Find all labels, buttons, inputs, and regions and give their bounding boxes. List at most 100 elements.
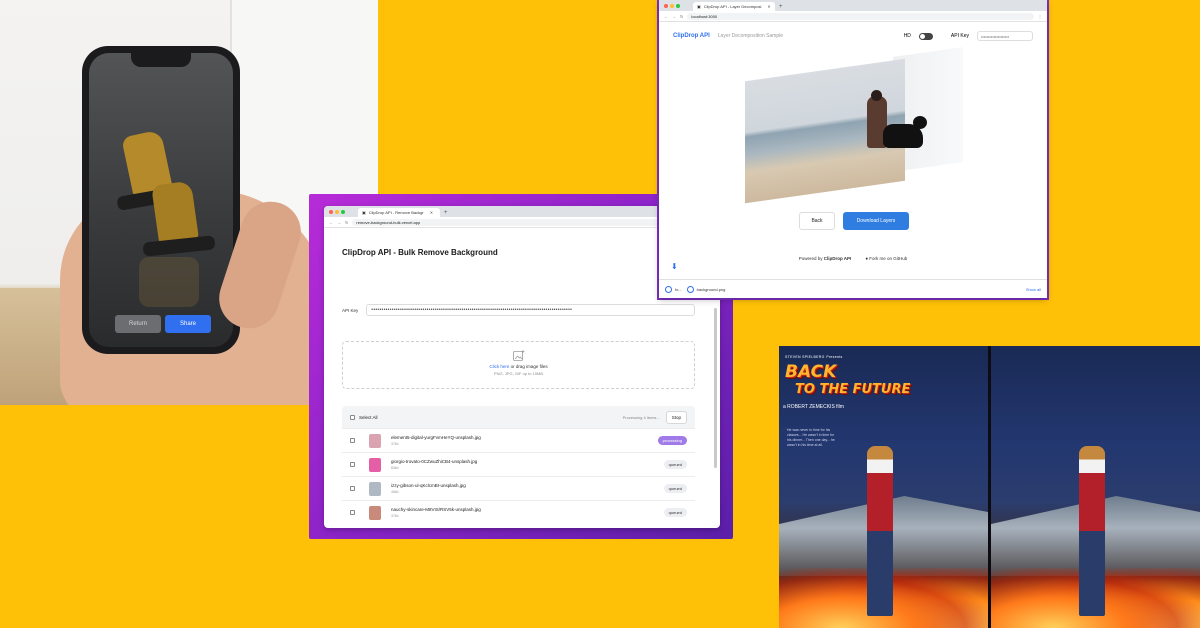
github-link[interactable]: ● Fork me on GitHub [865, 256, 907, 261]
file-rows: element5-digital-yurgFvmHeYQ-unsplash.jp… [342, 428, 695, 524]
download-layers-button[interactable]: Download Layers [843, 212, 909, 230]
tab-favicon-icon: ▣ [362, 210, 366, 215]
person-head [871, 90, 882, 101]
github-label: Fork me on GitHub [869, 256, 908, 261]
page-footer: Powered by ClipDrop API ● Fork me on Git… [659, 256, 1047, 261]
file-row[interactable]: giorgio-trovato-0CZwuZhiCB4-unsplash.jpg… [342, 452, 695, 476]
file-checkbox[interactable] [350, 462, 355, 467]
dropzone-hint: PNG, JPG, GIF up to 10MB [493, 371, 544, 376]
smartphone: Return Share [82, 46, 240, 354]
extensions-icon[interactable]: ⋮ [1038, 14, 1042, 19]
back-button[interactable]: Back [799, 212, 835, 230]
show-all-link[interactable]: Show all [1026, 287, 1041, 292]
close-window-dot[interactable] [329, 209, 333, 214]
minimize-window-dot[interactable] [670, 3, 674, 8]
layer-decomposition-window: ▣ ClipDrop API - Layer Decomposi ✕ + ← →… [659, 0, 1047, 298]
download-filename: background.png [696, 286, 726, 292]
close-window-dot[interactable] [664, 3, 668, 8]
download-item[interactable]: fo... [665, 285, 682, 293]
api-key-row: API Key ••••••••••••••••••••••••••••••••… [342, 304, 695, 316]
boot-sole-second [142, 235, 216, 257]
url-text: remove-background-bulk.vercel.app [356, 219, 421, 225]
app-subtitle: Layer Decomposition Sample [717, 33, 784, 39]
download-item[interactable]: background.png [686, 285, 726, 293]
stop-button[interactable]: Stop [665, 410, 687, 424]
file-size: 37kb [391, 441, 399, 446]
file-name: nauchy-skincare-M8VIS/RSV5k-unsplash.jpg… [391, 507, 654, 519]
presents-label: Presents [826, 355, 843, 359]
phone-screen: Return Share [89, 53, 233, 347]
image-upload-icon [512, 350, 524, 361]
back-arrow-icon[interactable]: ← [664, 14, 668, 19]
maximize-window-dot[interactable] [676, 3, 680, 8]
file-thumbnail [369, 481, 381, 496]
original-poster: STEVEN SPIELBERG Presents BACK TO THE FU… [779, 346, 988, 628]
tab-favicon-icon: ▣ [697, 4, 701, 9]
dropzone-text: Click here or drag image files [343, 364, 694, 369]
file-status-badge: queued [663, 484, 687, 493]
file-dropzone[interactable]: Click here or drag image files PNG, JPG,… [342, 341, 695, 389]
file-checkbox[interactable] [350, 486, 355, 491]
new-tab-icon[interactable]: + [444, 210, 448, 216]
maximize-window-dot[interactable] [341, 209, 345, 214]
app-header: ClipDrop API Layer Decomposition Sample … [659, 22, 1047, 50]
text-removed-poster [991, 346, 1200, 628]
file-row[interactable]: izzy-gibson-ul-qKclcmBI-unsplash.jpg 46kb… [342, 476, 695, 500]
file-status-badge: processing [657, 436, 687, 445]
browser-tab[interactable]: ▣ ClipDrop API - Remove Backgr ✕ [358, 208, 440, 217]
file-list-header: Select All Processing 4 items... Stop [342, 406, 695, 428]
api-key-label: API Key [950, 33, 969, 39]
powered-by-label: Powered by [798, 256, 823, 261]
download-progress-icon [686, 285, 694, 293]
powered-by-brand[interactable]: ClipDrop API [824, 256, 852, 261]
share-button[interactable]: Share [165, 315, 211, 333]
click-here-link[interactable]: Click here [489, 364, 509, 369]
file-list: Select All Processing 4 items... Stop el… [342, 406, 695, 524]
tab-close-icon[interactable]: ✕ [767, 4, 770, 9]
api-key-input[interactable]: ••••••••••••••••••••••••••••••••••••••••… [366, 304, 695, 316]
forward-arrow-icon[interactable]: → [337, 220, 341, 225]
brand-logo[interactable]: ClipDrop API [673, 33, 710, 39]
return-button[interactable]: Return [115, 315, 161, 333]
tab-title: ClipDrop API - Remove Backgr [368, 210, 424, 215]
file-thumbnail [369, 457, 381, 472]
file-name: izzy-gibson-ul-qKclcmBI-unsplash.jpg 46kb [391, 483, 654, 495]
page-scrollbar[interactable] [714, 308, 717, 468]
page-title: ClipDrop API - Bulk Remove Background [342, 248, 498, 257]
download-progress-icon [665, 285, 672, 293]
dropzone-instruction: or drag image files [509, 364, 548, 369]
download-filename: fo... [675, 286, 682, 292]
file-thumbnail [369, 433, 381, 448]
api-key-value: ••••••••••••••••••••••••••••••••••••••••… [371, 307, 573, 313]
tab-title: ClipDrop API - Layer Decomposi [703, 4, 762, 9]
poster-presenter: STEVEN SPIELBERG Presents [785, 354, 843, 360]
minimize-window-dot[interactable] [335, 209, 339, 214]
reload-icon[interactable]: ↻ [345, 220, 348, 225]
tab-close-icon[interactable]: ✕ [430, 210, 433, 215]
select-all-checkbox[interactable] [350, 414, 355, 420]
downloads-bar: fo... background.png Show all [659, 279, 1047, 298]
reload-icon[interactable]: ↻ [680, 14, 683, 19]
new-tab-icon[interactable]: + [779, 4, 783, 10]
address-bar: ← → ↻ localhost:3000 ⋮ [659, 11, 1047, 22]
file-size: 37kb [391, 513, 399, 518]
file-row[interactable]: element5-digital-yurgFvmHeYQ-unsplash.jp… [342, 428, 695, 452]
download-arrow-icon[interactable]: ⬇ [671, 262, 678, 271]
hd-toggle[interactable] [918, 32, 933, 40]
file-checkbox[interactable] [350, 438, 355, 443]
browser-tab[interactable]: ▣ ClipDrop API - Layer Decomposi ✕ [693, 2, 775, 11]
file-row[interactable]: nauchy-skincare-M8VIS/RSV5k-unsplash.jpg… [342, 500, 695, 524]
poster-comparison: STEVEN SPIELBERG Presents BACK TO THE FU… [779, 346, 1200, 628]
dog-head [913, 116, 927, 129]
api-key-input[interactable]: •••••••••••••••••••• [977, 31, 1033, 41]
file-checkbox[interactable] [350, 510, 355, 515]
forward-arrow-icon[interactable]: → [672, 14, 676, 19]
url-field[interactable]: localhost:3000 [687, 12, 1034, 20]
file-status-badge: queued [663, 508, 687, 517]
file-name: giorgio-trovato-0CZwuZhiCB4-unsplash.jpg… [391, 459, 654, 471]
url-text: localhost:3000 [691, 13, 718, 19]
back-arrow-icon[interactable]: ← [329, 220, 333, 225]
poster-title-line1: BACK [785, 362, 837, 382]
select-all-label: Select All [359, 414, 378, 420]
marty-figure [867, 446, 893, 616]
